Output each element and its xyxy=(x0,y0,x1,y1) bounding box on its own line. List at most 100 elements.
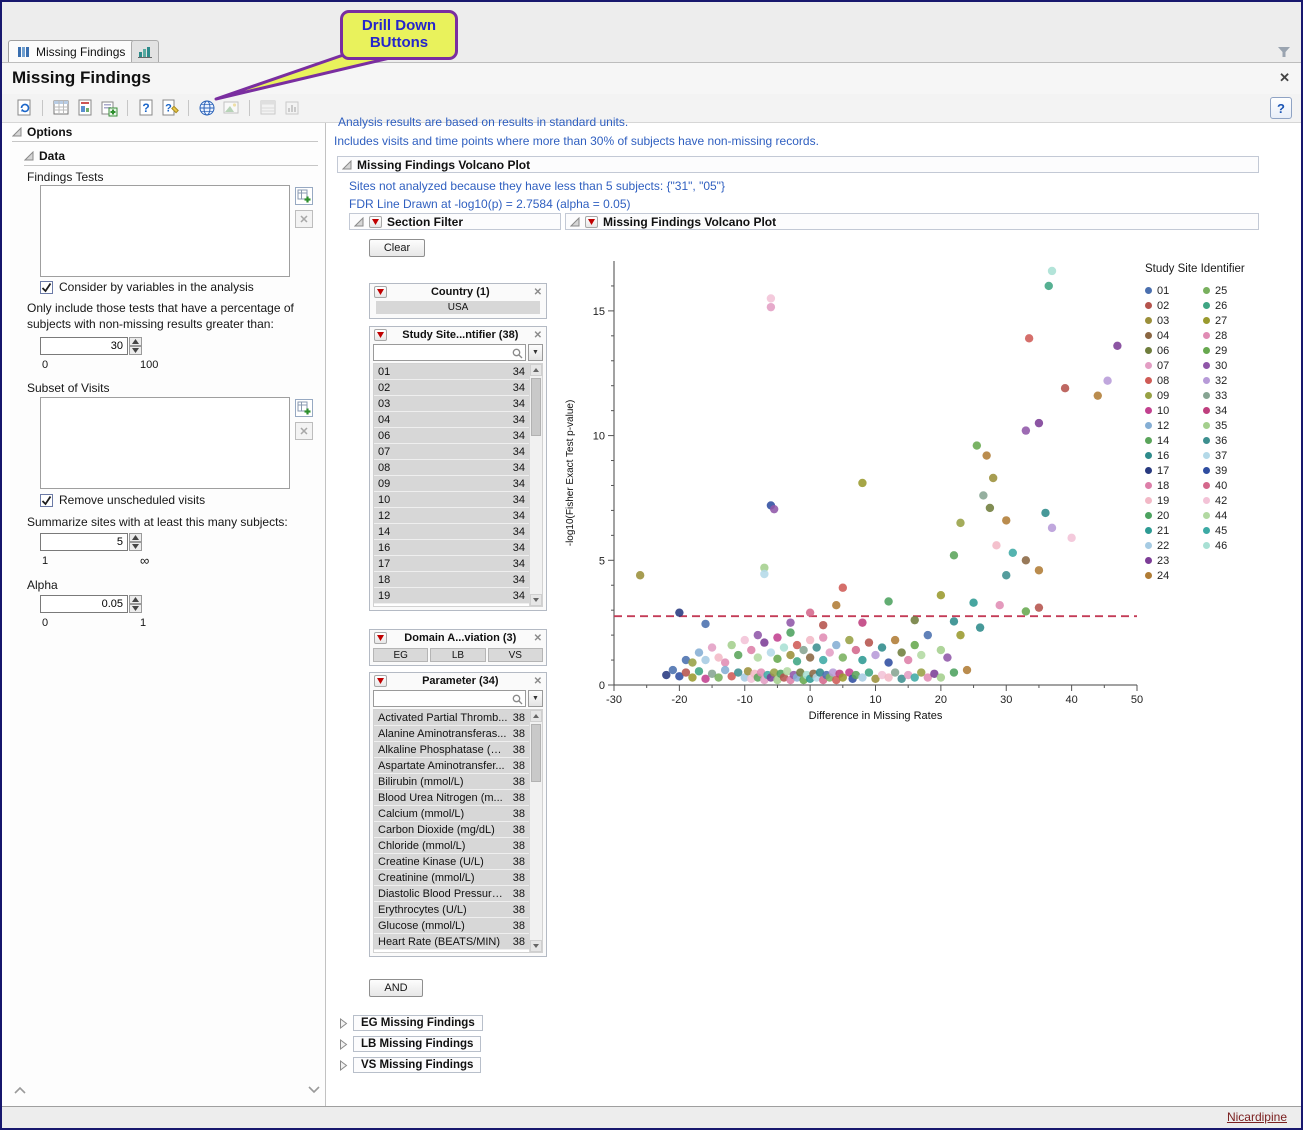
data-point[interactable] xyxy=(891,668,899,676)
data-point[interactable] xyxy=(806,653,814,661)
data-point[interactable] xyxy=(786,618,794,626)
subset-visits-listbox[interactable] xyxy=(40,397,290,489)
data-point[interactable] xyxy=(963,666,971,674)
filter-row[interactable]: Heart Rate (BEATS/MIN)38 xyxy=(374,934,529,950)
data-point[interactable] xyxy=(943,653,951,661)
legend-item[interactable]: 12 xyxy=(1145,418,1199,433)
filter-row[interactable]: 0434 xyxy=(374,412,529,428)
legend-item[interactable]: 45 xyxy=(1203,523,1257,538)
journal-add-icon[interactable] xyxy=(97,96,121,120)
legend-item[interactable]: 10 xyxy=(1145,403,1199,418)
data-point[interactable] xyxy=(982,451,990,459)
red-menu-icon[interactable] xyxy=(374,632,387,644)
add-column-button[interactable] xyxy=(295,187,313,205)
legend-item[interactable]: 02 xyxy=(1145,298,1199,313)
data-point[interactable] xyxy=(878,643,886,651)
data-point[interactable] xyxy=(1025,334,1033,342)
eg-missing-findings-section[interactable]: EG Missing Findings xyxy=(339,1015,483,1031)
filter-row[interactable]: Activated Partial Thromb...38 xyxy=(374,710,529,726)
legend-item[interactable]: 46 xyxy=(1203,538,1257,553)
data-point[interactable] xyxy=(852,646,860,654)
legend-item[interactable]: 25 xyxy=(1203,283,1257,298)
close-icon[interactable]: ✕ xyxy=(534,676,542,687)
add-column-button[interactable] xyxy=(295,399,313,417)
filter-row[interactable]: Carbon Dioxide (mg/dL)38 xyxy=(374,822,529,838)
help-notes-icon[interactable]: ? xyxy=(158,96,182,120)
data-point[interactable] xyxy=(891,636,899,644)
data-point[interactable] xyxy=(884,597,892,605)
rerun-analysis-icon[interactable] xyxy=(12,96,36,120)
data-point[interactable] xyxy=(767,303,775,311)
legend-item[interactable]: 06 xyxy=(1145,343,1199,358)
filter-funnel-icon[interactable] xyxy=(1277,46,1291,58)
data-point[interactable] xyxy=(1067,534,1075,542)
filter-row[interactable]: Glucose (mmol/L)38 xyxy=(374,918,529,934)
legend-item[interactable]: 27 xyxy=(1203,313,1257,328)
spinner-down-icon[interactable] xyxy=(129,346,142,355)
legend-item[interactable]: 44 xyxy=(1203,508,1257,523)
filter-row[interactable]: USA xyxy=(376,301,540,314)
data-point[interactable] xyxy=(767,648,775,656)
legend-item[interactable]: 08 xyxy=(1145,373,1199,388)
parameter-search-input[interactable] xyxy=(373,690,526,707)
data-point[interactable] xyxy=(858,479,866,487)
filter-row[interactable]: Chloride (mmol/L)38 xyxy=(374,838,529,854)
data-point[interactable] xyxy=(754,631,762,639)
legend-item[interactable]: 14 xyxy=(1145,433,1199,448)
filter-row[interactable]: Aspartate Aminotransfer...38 xyxy=(374,758,529,774)
legend-item[interactable]: 26 xyxy=(1203,298,1257,313)
panel-scroll-up-icon[interactable] xyxy=(14,1085,26,1095)
spinner-up-icon[interactable] xyxy=(129,595,142,604)
legend-item[interactable]: 09 xyxy=(1145,388,1199,403)
data-point[interactable] xyxy=(1103,377,1111,385)
data-point[interactable] xyxy=(865,638,873,646)
data-point[interactable] xyxy=(973,441,981,449)
data-point[interactable] xyxy=(871,651,879,659)
data-point[interactable] xyxy=(826,648,834,656)
site-scrollbar[interactable] xyxy=(529,364,542,606)
data-point[interactable] xyxy=(721,658,729,666)
data-point[interactable] xyxy=(1045,282,1053,290)
data-point[interactable] xyxy=(734,651,742,659)
close-icon[interactable]: ✕ xyxy=(534,330,542,341)
data-table-icon[interactable] xyxy=(49,96,73,120)
data-point[interactable] xyxy=(1035,566,1043,574)
data-point[interactable] xyxy=(773,633,781,641)
data-point[interactable] xyxy=(799,646,807,654)
section-filter-header[interactable]: Section Filter xyxy=(349,213,561,230)
filter-row[interactable]: 1734 xyxy=(374,556,529,572)
report-page-icon[interactable] xyxy=(73,96,97,120)
data-point[interactable] xyxy=(780,643,788,651)
chevron-down-icon[interactable]: ▼ xyxy=(528,690,543,707)
data-point[interactable] xyxy=(917,651,925,659)
data-point[interactable] xyxy=(1022,426,1030,434)
data-point[interactable] xyxy=(865,668,873,676)
legend-item[interactable]: 16 xyxy=(1145,448,1199,463)
data-point[interactable] xyxy=(1035,419,1043,427)
spinner-up-icon[interactable] xyxy=(129,337,142,346)
filter-row[interactable]: 0334 xyxy=(374,396,529,412)
volcano-plot-section-header[interactable]: Missing Findings Volcano Plot xyxy=(337,156,1259,173)
image-report-icon[interactable] xyxy=(219,96,243,120)
filter-row[interactable]: 1034 xyxy=(374,492,529,508)
data-point[interactable] xyxy=(688,658,696,666)
site-search-input[interactable] xyxy=(373,344,526,361)
consider-checkbox[interactable] xyxy=(40,281,53,294)
data-point[interactable] xyxy=(636,571,644,579)
legend-item[interactable]: 35 xyxy=(1203,418,1257,433)
data-point[interactable] xyxy=(741,636,749,644)
legend-item[interactable]: 01 xyxy=(1145,283,1199,298)
data-point[interactable] xyxy=(767,294,775,302)
study-link[interactable]: Nicardipine xyxy=(1227,1110,1287,1124)
filter-row[interactable]: Creatinine (mmol/L)38 xyxy=(374,870,529,886)
legend-item[interactable]: 22 xyxy=(1145,538,1199,553)
data-point[interactable] xyxy=(996,601,1004,609)
legend-item[interactable]: 39 xyxy=(1203,463,1257,478)
data-point[interactable] xyxy=(708,643,716,651)
data-point[interactable] xyxy=(832,641,840,649)
data-point[interactable] xyxy=(832,601,840,609)
data-point[interactable] xyxy=(937,673,945,681)
data-point[interactable] xyxy=(979,491,987,499)
window-list-icon[interactable] xyxy=(256,96,280,120)
data-point[interactable] xyxy=(911,616,919,624)
